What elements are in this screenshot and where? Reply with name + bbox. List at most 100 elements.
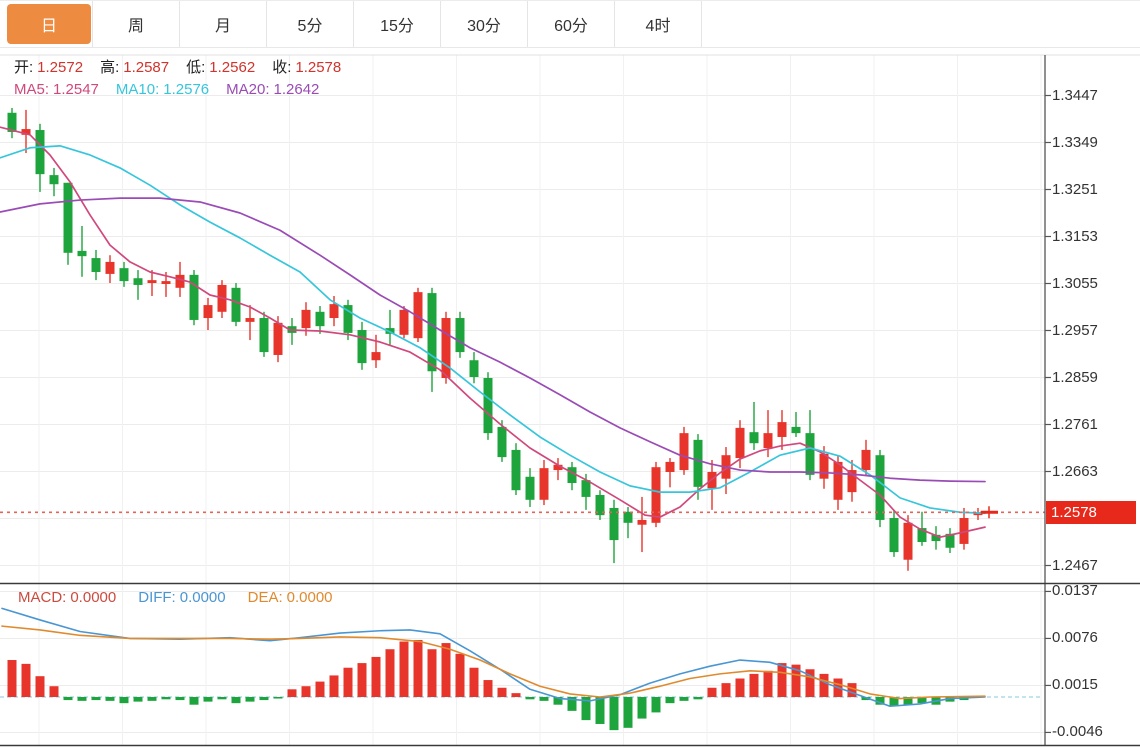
candle-body <box>693 439 703 487</box>
macd-bar <box>105 697 115 701</box>
tab-label: 30分 <box>467 18 501 35</box>
diff-value: 0.0000 <box>179 589 226 606</box>
macd-bar <box>245 697 255 702</box>
candle-body <box>651 467 661 523</box>
macd-value: 0.0000 <box>70 589 117 606</box>
macd-bar <box>119 697 129 704</box>
tab-30分[interactable]: 30分 <box>441 1 528 47</box>
candle-body <box>735 427 745 459</box>
kline-chart[interactable] <box>0 0 1140 747</box>
candle-body <box>539 468 549 500</box>
macd-bar <box>399 641 409 697</box>
macd-tick-label: 0.0015 <box>1052 676 1098 694</box>
candle-body <box>889 518 899 553</box>
candle-body <box>427 293 437 372</box>
macd-bar <box>385 649 395 697</box>
tab-周[interactable]: 周 <box>93 1 180 47</box>
candle-body <box>777 422 787 437</box>
dea-label: DEA: <box>247 589 283 606</box>
ma10-line <box>0 145 986 515</box>
price-tick-label: 1.3055 <box>1052 274 1098 292</box>
tab-label: 周 <box>127 18 144 35</box>
open-label: 开: <box>14 59 34 76</box>
macd-bar <box>721 683 731 697</box>
candle-body <box>791 426 801 434</box>
candle-body <box>357 330 367 364</box>
price-tick-label: 1.2467 <box>1052 556 1098 574</box>
ma5-value: 1.2547 <box>53 81 99 98</box>
price-tick-label: 1.2761 <box>1052 415 1098 433</box>
ma-legend: MA5: 1.2547 MA10: 1.2576 MA20: 1.2642 <box>14 81 319 99</box>
candle-body <box>315 311 325 327</box>
price-tick-label: 1.3251 <box>1052 180 1098 198</box>
open-value: 1.2572 <box>37 59 84 76</box>
candle-body <box>371 352 381 361</box>
price-tick-label: 1.3349 <box>1052 133 1098 151</box>
candle-body <box>903 522 913 560</box>
macd-bar <box>651 697 661 713</box>
candle-body <box>749 432 759 444</box>
candle-body <box>231 287 241 322</box>
macd-bar <box>595 697 605 724</box>
macd-tick-label: 0.0137 <box>1052 582 1098 600</box>
macd-bar <box>707 687 717 697</box>
macd-bar <box>49 686 59 697</box>
tab-15分[interactable]: 15分 <box>354 1 441 47</box>
macd-bar <box>35 676 45 697</box>
candle-body <box>161 281 171 284</box>
ma10-label: MA10: <box>115 81 160 98</box>
close-value: 1.2578 <box>295 59 342 76</box>
macd-bar <box>63 697 73 701</box>
candle-body <box>875 455 885 520</box>
macd-label: MACD: <box>18 589 67 606</box>
macd-bar <box>693 697 703 700</box>
candle-body <box>91 258 101 272</box>
candle-body <box>259 318 269 353</box>
candle-body <box>245 318 255 322</box>
candle-body <box>819 453 829 479</box>
high-label: 高: <box>100 59 120 76</box>
macd-bar <box>371 656 381 697</box>
macd-bar <box>217 697 227 700</box>
tab-5分[interactable]: 5分 <box>267 1 354 47</box>
macd-bar <box>441 643 451 697</box>
macd-bar <box>189 697 199 705</box>
ma20-label: MA20: <box>226 81 270 98</box>
candle-body <box>665 461 675 472</box>
tab-60分[interactable]: 60分 <box>528 1 615 47</box>
macd-bar <box>735 678 745 697</box>
candle-body <box>175 274 185 288</box>
macd-bar <box>175 697 185 701</box>
macd-bar <box>749 673 759 697</box>
candle-body <box>763 433 773 448</box>
macd-bar <box>301 686 311 697</box>
tab-日[interactable]: 日 <box>6 1 93 47</box>
price-tick-label: 1.2859 <box>1052 368 1098 386</box>
tab-label: 日 <box>7 4 91 44</box>
tab-月[interactable]: 月 <box>180 1 267 47</box>
tab-label: 4时 <box>645 18 671 35</box>
macd-bar <box>511 693 521 697</box>
ma20-value: 1.2642 <box>273 81 320 98</box>
macd-bar <box>483 680 493 697</box>
candlestick-macd-canvas[interactable] <box>0 0 1140 747</box>
candle-body <box>497 426 507 458</box>
candle-body <box>35 130 45 175</box>
price-tick-label: 1.3447 <box>1052 86 1098 104</box>
candle-body <box>133 278 143 285</box>
macd-bar <box>679 697 689 701</box>
macd-bar <box>203 697 213 702</box>
ma5-label: MA5: <box>14 81 50 98</box>
macd-bar <box>91 697 101 701</box>
candle-body <box>49 175 59 185</box>
candle-body <box>469 360 479 378</box>
tab-4时[interactable]: 4时 <box>615 1 702 47</box>
candle-body <box>455 318 465 353</box>
price-tick-label: 1.2957 <box>1052 321 1098 339</box>
candle-body <box>273 322 283 355</box>
candle-body <box>63 182 73 253</box>
candle-body <box>329 304 339 319</box>
candle-body <box>105 261 115 274</box>
current-price-badge: 1.2578 <box>1046 501 1136 525</box>
macd-tick-label: 0.0076 <box>1052 629 1098 647</box>
